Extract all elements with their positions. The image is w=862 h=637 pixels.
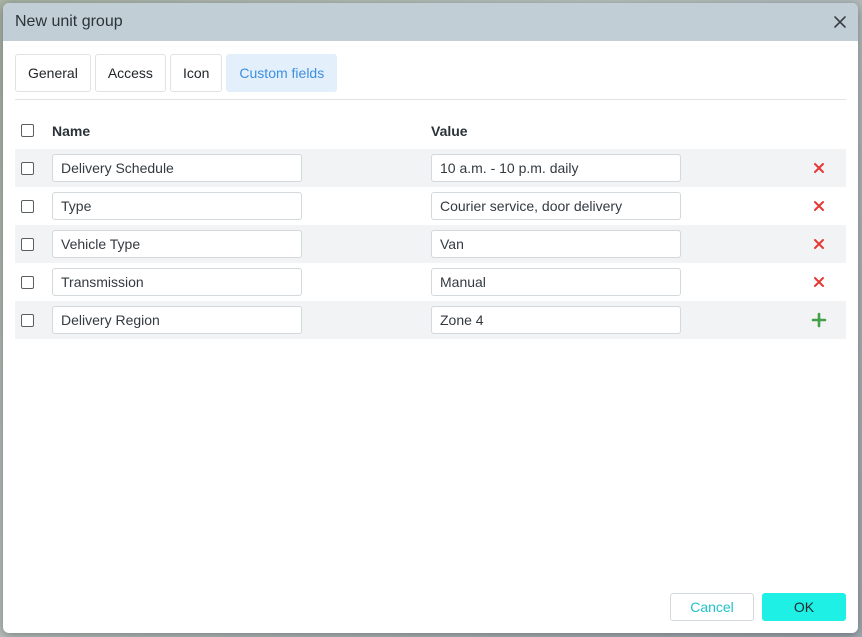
field-value-input[interactable] xyxy=(431,154,681,182)
table-row xyxy=(15,225,846,263)
table-row xyxy=(15,263,846,301)
table-row xyxy=(15,187,846,225)
tab-icon[interactable]: Icon xyxy=(169,54,223,92)
row-checkbox[interactable] xyxy=(21,162,34,175)
delete-icon[interactable] xyxy=(811,160,827,176)
field-name-input[interactable] xyxy=(52,306,302,334)
tab-bar: General Access Icon Custom fields xyxy=(15,54,338,92)
field-name-input[interactable] xyxy=(52,192,302,220)
value-column-header: Value xyxy=(431,123,468,139)
table-row xyxy=(15,149,846,187)
delete-icon[interactable] xyxy=(811,198,827,214)
table-row xyxy=(15,301,846,339)
ok-button[interactable]: OK xyxy=(762,593,846,621)
field-name-input[interactable] xyxy=(52,154,302,182)
delete-icon[interactable] xyxy=(811,274,827,290)
delete-icon[interactable] xyxy=(811,236,827,252)
add-icon[interactable] xyxy=(811,312,827,328)
field-name-input[interactable] xyxy=(52,268,302,296)
dialog-titlebar: New unit group xyxy=(3,3,858,41)
field-value-input[interactable] xyxy=(431,230,681,258)
row-checkbox[interactable] xyxy=(21,200,34,213)
dialog-title: New unit group xyxy=(15,13,123,30)
close-icon[interactable] xyxy=(832,14,848,30)
table-header: Name Value xyxy=(15,111,846,149)
tab-access[interactable]: Access xyxy=(94,54,166,92)
tabs-divider xyxy=(15,99,846,100)
tab-general[interactable]: General xyxy=(15,54,91,92)
field-name-input[interactable] xyxy=(52,230,302,258)
field-value-input[interactable] xyxy=(431,306,681,334)
row-checkbox[interactable] xyxy=(21,238,34,251)
field-value-input[interactable] xyxy=(431,268,681,296)
row-checkbox[interactable] xyxy=(21,276,34,289)
new-unit-group-dialog: New unit group General Access Icon Custo… xyxy=(3,3,858,633)
select-all-checkbox[interactable] xyxy=(21,124,34,137)
cancel-button[interactable]: Cancel xyxy=(670,593,754,621)
custom-fields-table: Name Value xyxy=(15,111,846,339)
name-column-header: Name xyxy=(52,123,91,139)
field-value-input[interactable] xyxy=(431,192,681,220)
row-checkbox[interactable] xyxy=(21,314,34,327)
tab-custom-fields[interactable]: Custom fields xyxy=(226,54,338,92)
